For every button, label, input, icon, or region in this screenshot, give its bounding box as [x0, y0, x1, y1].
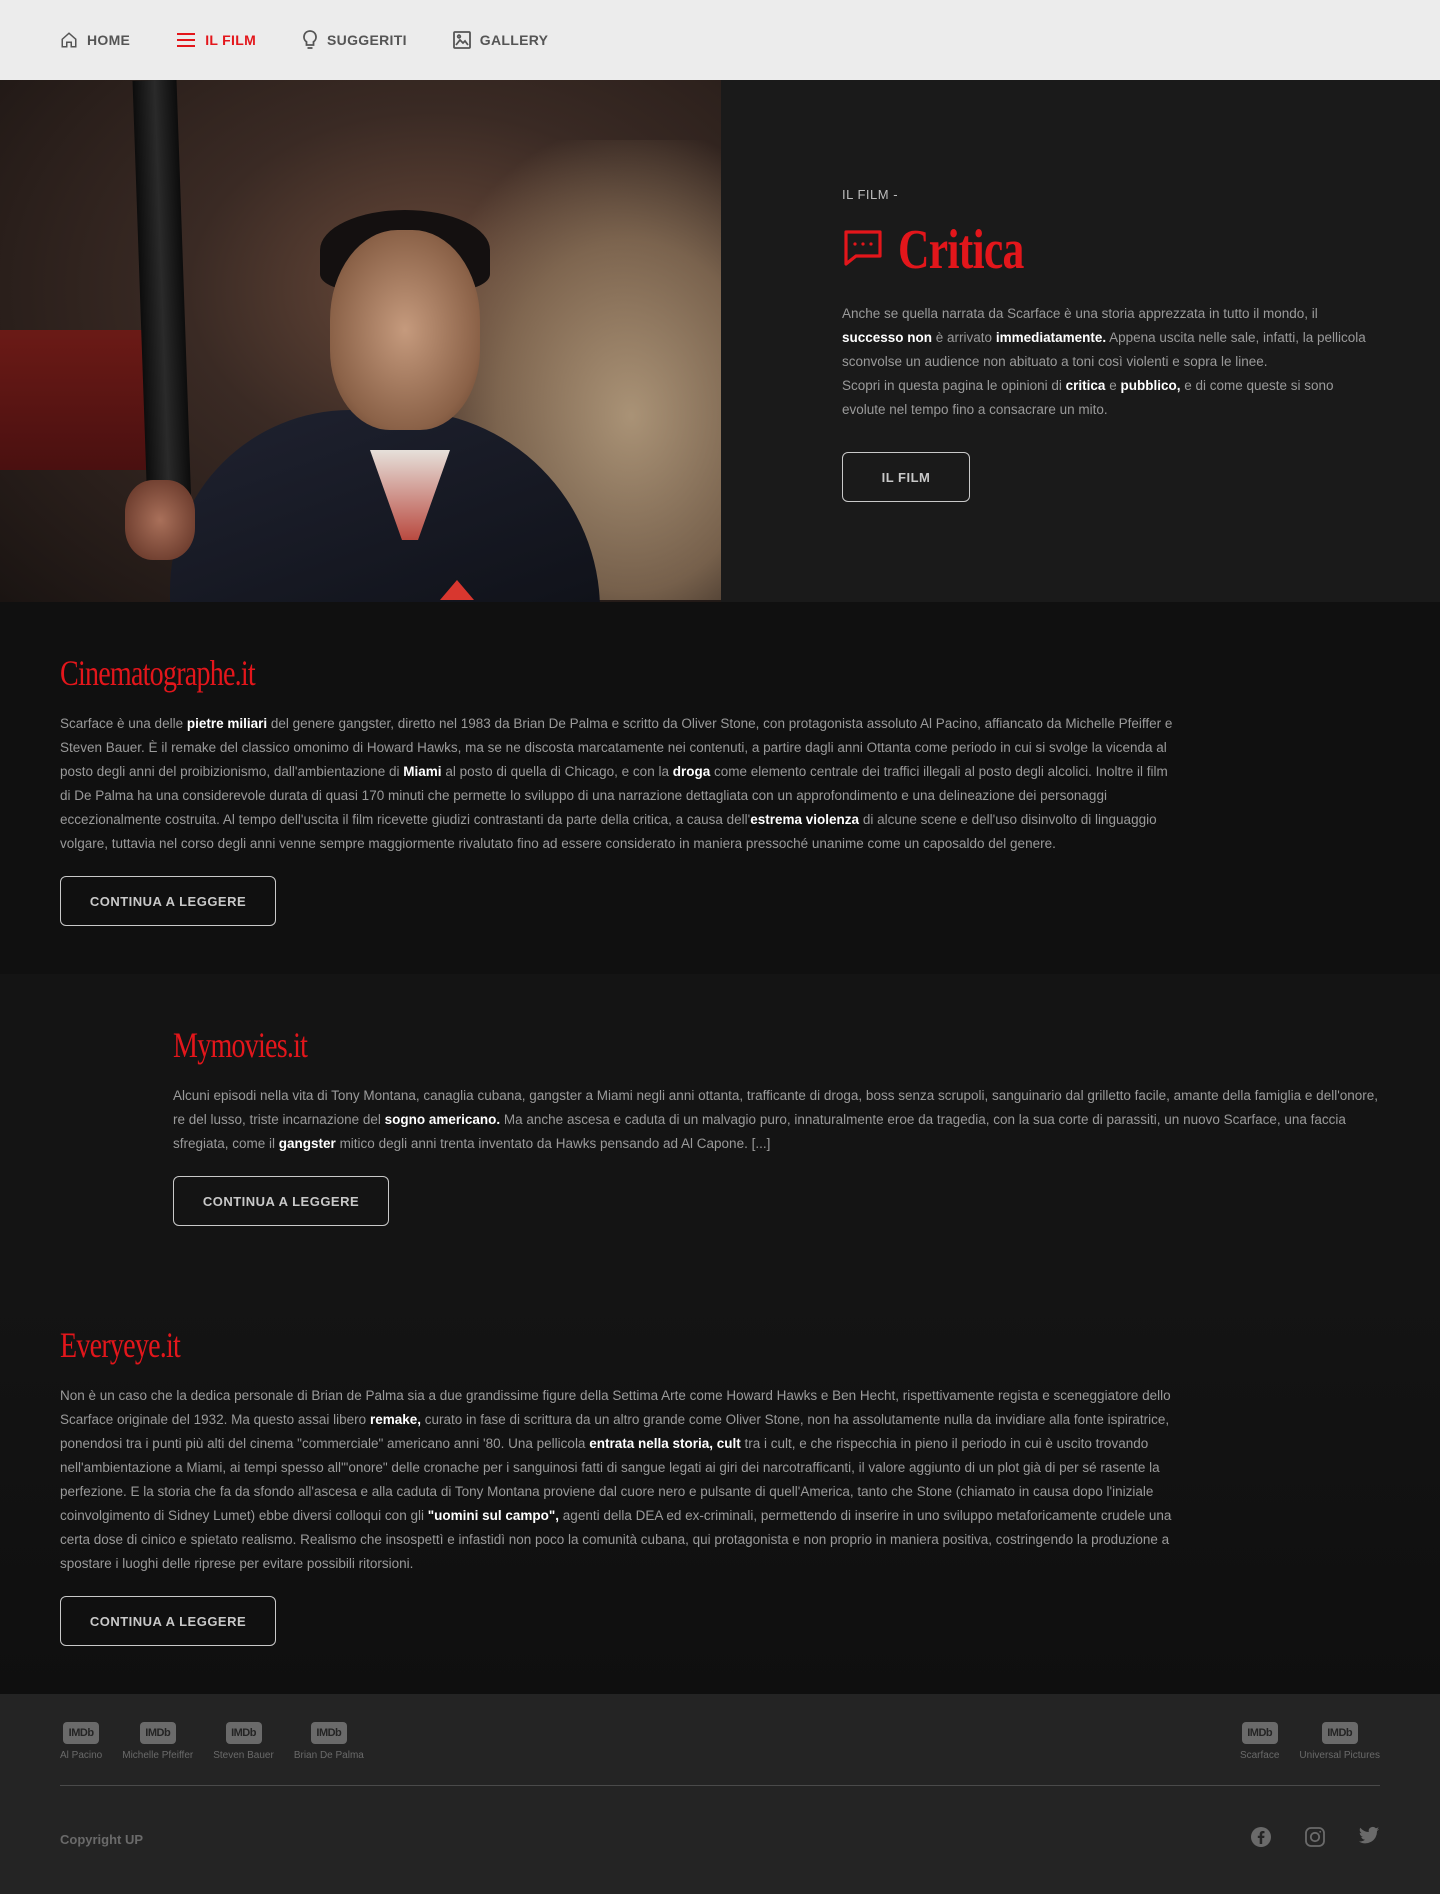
review-text: Scarface è una delle pietre miliari del … [60, 716, 1173, 851]
copyright: Copyright UP [60, 1832, 144, 1847]
hero-intro: Anche se quella narrata da Scarface è un… [842, 306, 1366, 417]
imdb-icon: IMDb [139, 1722, 176, 1744]
hero-title-row: Critica [842, 218, 1380, 282]
imdb-icon: IMDb [63, 1722, 100, 1744]
imdb-link-al-pacino[interactable]: IMDb Al Pacino [60, 1722, 102, 1761]
production-credits: IMDb Scarface IMDb Universal Pictures [1240, 1722, 1380, 1761]
chat-bubble-icon [842, 228, 884, 273]
continue-reading-button[interactable]: CONTINUA A LEGGERE [60, 876, 276, 926]
hero-section: IL FILM - Critica Anche se quella narrat… [0, 80, 1440, 602]
review-text: Non è un caso che la dedica personale di… [60, 1388, 1172, 1571]
credit-label: Al Pacino [60, 1750, 103, 1761]
credit-label: Michelle Pfeiffer [122, 1750, 194, 1761]
imdb-icon: IMDb [310, 1722, 347, 1744]
nav-home[interactable]: HOME [60, 31, 130, 49]
review-source-title: Everyeye.it [60, 1325, 181, 1365]
credit-label: Universal Pictures [1299, 1750, 1380, 1761]
hero-text: IL FILM - Critica Anche se quella narrat… [721, 80, 1440, 602]
credit-label: Brian De Palma [293, 1750, 364, 1761]
nav-il-film-label: IL FILM [205, 32, 257, 48]
il-film-button[interactable]: IL FILM [842, 452, 970, 502]
credit-label: Steven Bauer [213, 1750, 274, 1761]
imdb-icon: IMDb [1321, 1722, 1358, 1744]
instagram-icon[interactable] [1304, 1826, 1326, 1853]
footer-bottom: Copyright UP [60, 1786, 1380, 1853]
imdb-credits: IMDb Al Pacino IMDb Michelle Pfeiffer IM… [60, 1722, 1380, 1761]
twitter-icon[interactable] [1358, 1826, 1380, 1853]
nav-suggeriti[interactable]: SUGGERITI [302, 30, 407, 50]
nav-il-film[interactable]: IL FILM [176, 32, 256, 48]
top-nav: HOME IL FILM SUGGERITI GALLERY [0, 0, 1440, 80]
review-everyeye: Everyeye.it Non è un caso che la dedica … [0, 1274, 1440, 1694]
imdb-icon: IMDb [225, 1722, 262, 1744]
nav-gallery[interactable]: GALLERY [452, 31, 549, 49]
footer: IMDb Al Pacino IMDb Michelle Pfeiffer IM… [0, 1694, 1440, 1894]
page-title: Critica [898, 219, 1024, 281]
social-links [1250, 1826, 1380, 1853]
imdb-link-steven-bauer[interactable]: IMDb Steven Bauer [213, 1722, 274, 1761]
lightbulb-icon [302, 30, 318, 50]
image-icon [452, 31, 471, 49]
continue-reading-button[interactable]: CONTINUA A LEGGERE [60, 1596, 276, 1646]
hero-film-still [0, 80, 721, 602]
menu-icon [176, 32, 196, 48]
home-icon [60, 31, 78, 49]
review-source-title: Mymovies.it [173, 1025, 308, 1065]
cast-credits: IMDb Al Pacino IMDb Michelle Pfeiffer IM… [60, 1722, 364, 1761]
nav-home-label: HOME [87, 32, 131, 48]
imdb-icon: IMDb [1241, 1722, 1278, 1744]
hero-kicker: IL FILM - [842, 187, 899, 202]
facebook-icon[interactable] [1250, 1826, 1272, 1853]
continue-reading-button[interactable]: CONTINUA A LEGGERE [173, 1176, 389, 1226]
review-cinematographe: Cinematographe.it Scarface è una delle p… [0, 602, 1440, 974]
imdb-link-universal-pictures[interactable]: IMDb Universal Pictures [1299, 1722, 1380, 1761]
review-source-title: Cinematographe.it [60, 653, 256, 693]
credit-label: Scarface [1239, 1750, 1280, 1761]
imdb-link-michelle-pfeiffer[interactable]: IMDb Michelle Pfeiffer [122, 1722, 193, 1761]
review-text: Alcuni episodi nella vita di Tony Montan… [173, 1088, 1379, 1151]
nav-gallery-label: GALLERY [479, 32, 549, 48]
review-mymovies: Mymovies.it Alcuni episodi nella vita di… [0, 974, 1440, 1274]
nav-suggeriti-label: SUGGERITI [327, 32, 407, 48]
imdb-link-brian-de-palma[interactable]: IMDb Brian De Palma [294, 1722, 364, 1761]
imdb-link-scarface[interactable]: IMDb Scarface [1240, 1722, 1279, 1761]
